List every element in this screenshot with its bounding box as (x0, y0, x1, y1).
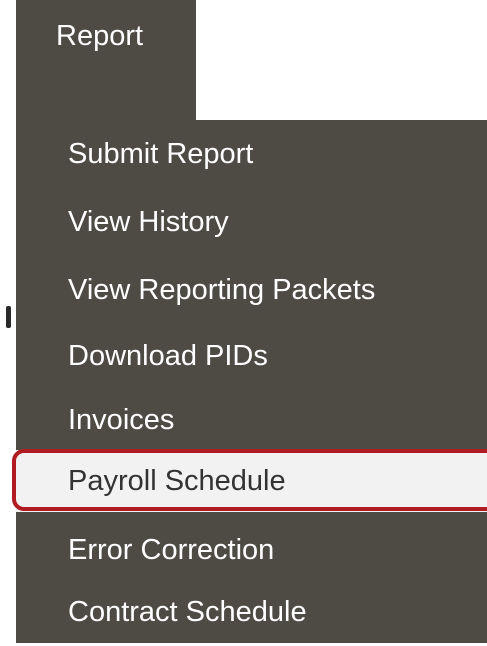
menu-item-label: Error Correction (68, 534, 275, 566)
menu-item-label: Invoices (68, 404, 175, 436)
menu-item-contract-schedule[interactable]: Contract Schedule (16, 578, 487, 646)
menu-item-label: View History (68, 206, 229, 238)
menu-item-download-pids[interactable]: Download PIDs (16, 322, 487, 390)
menu-item-label: Download PIDs (68, 340, 268, 372)
report-nav-tab[interactable]: Report (16, 0, 196, 120)
menu-item-view-history[interactable]: View History (16, 188, 487, 256)
menu-item-submit-report[interactable]: Submit Report (16, 120, 487, 188)
menu-item-label: Submit Report (68, 138, 254, 170)
menu-item-error-correction[interactable]: Error Correction (16, 516, 487, 584)
menu-item-view-reporting-packets[interactable]: View Reporting Packets (16, 256, 487, 324)
edge-marker (6, 306, 11, 328)
report-dropdown-menu: Submit Report View History View Reportin… (16, 120, 487, 643)
menu-item-payroll-schedule[interactable]: Payroll Schedule (16, 450, 487, 512)
report-tab-label: Report (56, 20, 144, 52)
menu-item-label: View Reporting Packets (68, 274, 376, 306)
menu-item-label: Payroll Schedule (68, 465, 286, 497)
menu-item-label: Contract Schedule (68, 596, 307, 628)
menu-item-invoices[interactable]: Invoices (16, 386, 487, 454)
